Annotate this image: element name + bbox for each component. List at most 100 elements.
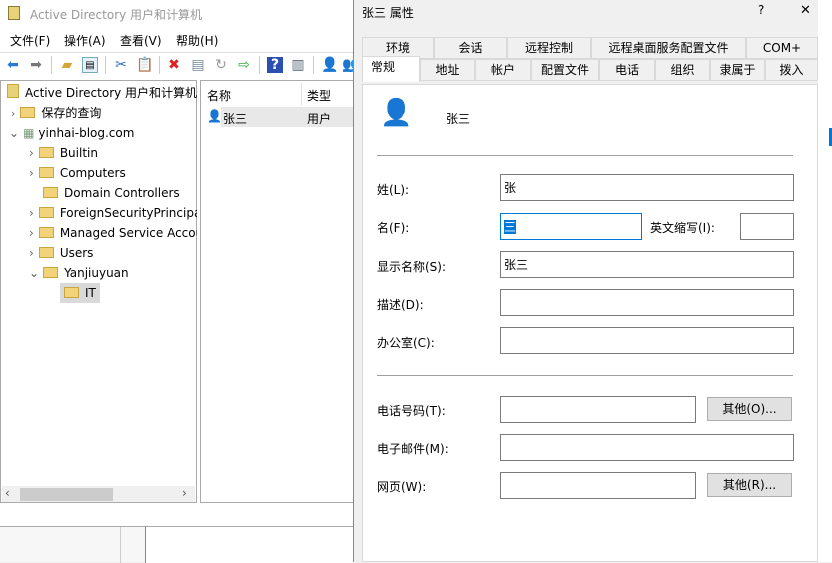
tree-item-domain-controllers[interactable]: Domain Controllers: [43, 183, 180, 203]
folder-icon: [38, 247, 54, 258]
tree-item-foreign-security-principals[interactable]: › ForeignSecurityPrincipals: [29, 203, 197, 223]
tree-item-yanjiuyuan[interactable]: ⌄ Yanjiuyuan: [29, 263, 129, 283]
tree-label: Builtin: [59, 146, 98, 160]
folder-icon: [38, 207, 54, 218]
properties-icon[interactable]: ▤: [190, 57, 206, 73]
app-icon: [8, 6, 20, 20]
window-title: Active Directory 用户和计算机: [30, 8, 203, 22]
back-icon[interactable]: ⬅: [5, 57, 21, 73]
tree-label: Active Directory 用户和计算机: [25, 86, 198, 100]
webpage-other-button[interactable]: 其他(R)...: [707, 473, 792, 497]
first-name-label: 名(F):: [377, 221, 410, 235]
tree-horizontal-scrollbar[interactable]: ‹ ›: [2, 486, 195, 502]
show-hide-console-tree-icon[interactable]: ▤: [82, 57, 98, 73]
action-pane-icon[interactable]: ▥: [290, 57, 306, 73]
folder-icon: [38, 227, 54, 238]
forward-icon[interactable]: ➡: [28, 57, 44, 73]
tree-label: Users: [59, 246, 94, 260]
webpage-input[interactable]: [500, 472, 696, 499]
tab-address[interactable]: 地址: [420, 59, 475, 81]
last-name-label: 姓(L):: [377, 183, 410, 197]
list-item-name: 张三: [223, 112, 248, 126]
user-icon: 👤: [207, 109, 222, 123]
tree-label: Computers: [59, 166, 126, 180]
tree-item-domain[interactable]: ⌄ ▦ yinhai-blog.com: [9, 123, 134, 143]
list-item-type: 用户: [307, 112, 332, 126]
office-label: 办公室(C):: [377, 336, 435, 350]
folder-icon: [38, 167, 54, 178]
email-label: 电子邮件(M):: [377, 442, 449, 456]
column-header-name[interactable]: 名称: [207, 87, 231, 104]
help-icon[interactable]: ?: [267, 57, 283, 73]
display-name-input[interactable]: 张三: [500, 251, 794, 278]
folder-icon: [20, 107, 36, 118]
tab-remote-control[interactable]: 远程控制: [507, 37, 591, 59]
refresh-icon[interactable]: ↻: [213, 57, 229, 73]
details-pane: 名称 类型 👤 张三 用户: [200, 80, 355, 503]
help-button[interactable]: ?: [758, 3, 764, 17]
scroll-left-icon[interactable]: ‹: [5, 486, 10, 500]
cut-icon[interactable]: ✂: [113, 57, 129, 73]
dialog-title: 张三 属性: [362, 6, 414, 20]
scroll-right-icon[interactable]: ›: [182, 486, 187, 500]
menu-action[interactable]: 操作(A): [64, 32, 106, 49]
domain-icon: ▦: [23, 126, 35, 140]
webpage-label: 网页(W):: [377, 480, 427, 494]
tree-item-builtin[interactable]: › Builtin: [29, 143, 98, 163]
tab-sessions[interactable]: 会话: [434, 37, 507, 59]
tree-label: ForeignSecurityPrincipals: [59, 206, 197, 220]
tree-label: Yanjiuyuan: [64, 266, 129, 280]
menu-view[interactable]: 查看(V): [120, 32, 162, 49]
email-input[interactable]: [500, 434, 794, 461]
up-folder-icon[interactable]: ▰: [59, 57, 75, 73]
tab-organization[interactable]: 组织: [655, 59, 710, 81]
telephone-other-button[interactable]: 其他(O)...: [707, 397, 792, 421]
folder-icon: [38, 147, 54, 158]
tree-item-users[interactable]: › Users: [29, 243, 93, 263]
ou-icon: [43, 187, 58, 198]
tree-label: 保存的查询: [41, 106, 102, 120]
tab-member-of[interactable]: 隶属于: [710, 59, 765, 81]
paste-icon[interactable]: 📋: [136, 57, 153, 73]
tree-item-saved-queries[interactable]: › 保存的查询: [11, 103, 101, 123]
display-name-label: 显示名称(S):: [377, 260, 447, 274]
tab-general[interactable]: 常规: [362, 56, 420, 82]
initials-input[interactable]: [740, 213, 794, 240]
column-header-type[interactable]: 类型: [307, 87, 331, 104]
tree-label: yinhai-blog.com: [38, 126, 135, 140]
telephone-input[interactable]: [500, 396, 696, 423]
tab-profile[interactable]: 配置文件: [531, 59, 599, 81]
aduc-icon: [7, 84, 19, 98]
ou-icon: [64, 287, 79, 298]
tree-root[interactable]: Active Directory 用户和计算机: [7, 83, 197, 103]
description-label: 描述(D):: [377, 298, 424, 312]
last-name-input[interactable]: 张: [500, 174, 794, 201]
telephone-label: 电话号码(T):: [377, 404, 446, 418]
close-button[interactable]: ✕: [800, 3, 811, 18]
tab-com[interactable]: COM+: [746, 37, 818, 59]
tab-dial-in[interactable]: 拨入: [765, 59, 818, 81]
export-icon[interactable]: ⇨: [236, 57, 252, 73]
description-input[interactable]: [500, 289, 794, 316]
console-tree: Active Directory 用户和计算机 › 保存的查询 ⌄ ▦ yinhai-…: [0, 80, 197, 503]
tree-item-managed-service-accounts[interactable]: ›Managed Service Accounts: [29, 223, 197, 243]
new-user-icon[interactable]: 👤: [321, 57, 338, 73]
tree-label: Domain Controllers: [64, 186, 180, 200]
menu-help[interactable]: 帮助(H): [176, 32, 218, 49]
scrollbar-thumb[interactable]: [20, 488, 113, 501]
first-name-input[interactable]: 三: [500, 213, 642, 240]
initials-label: 英文缩写(I):: [650, 221, 715, 235]
tab-rds-profile[interactable]: 远程桌面服务配置文件: [591, 37, 746, 59]
ou-icon: [43, 267, 59, 278]
tree-label: Managed Service Accounts: [59, 226, 197, 240]
tree-item-it[interactable]: IT: [60, 283, 100, 303]
status-bar: [0, 526, 355, 563]
office-input[interactable]: [500, 327, 794, 354]
tree-label: IT: [85, 286, 96, 300]
aduc-window: Active Directory 用户和计算机 文件(F) 操作(A) 查看(V…: [0, 0, 359, 563]
tab-telephones[interactable]: 电话: [599, 59, 655, 81]
tab-account[interactable]: 帐户: [475, 59, 531, 81]
menu-file[interactable]: 文件(F): [10, 32, 50, 49]
tree-item-computers[interactable]: › Computers: [29, 163, 126, 183]
delete-icon[interactable]: ✖: [166, 57, 182, 73]
